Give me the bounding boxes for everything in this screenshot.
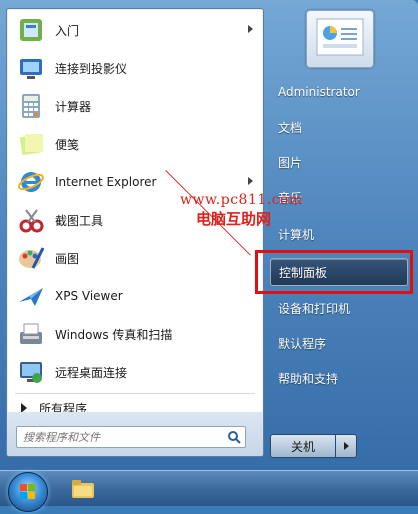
- right-item-label: Administrator: [278, 85, 360, 99]
- divider: [15, 393, 255, 394]
- taskbar: [0, 470, 418, 506]
- chevron-right-icon: [343, 442, 349, 450]
- fax-scan-icon: [15, 318, 47, 350]
- program-item-remote-desktop[interactable]: 远程桌面连接: [7, 353, 263, 391]
- right-item-default-programs[interactable]: 默认程序: [270, 329, 408, 357]
- program-item-fax-scan[interactable]: Windows 传真和扫描: [7, 315, 263, 353]
- program-label: XPS Viewer: [55, 289, 123, 303]
- right-item-computer[interactable]: 计算机: [270, 220, 408, 248]
- search-icon[interactable]: [223, 428, 245, 446]
- internet-explorer-icon: [15, 166, 47, 198]
- getting-started-icon: [15, 14, 47, 46]
- folder-icon[interactable]: [72, 480, 94, 498]
- snipping-tool-icon: [15, 204, 47, 236]
- highlight-box: [255, 250, 413, 294]
- projector-icon: [15, 52, 47, 84]
- program-label: 便笺: [55, 137, 80, 152]
- program-label: Internet Explorer: [55, 175, 157, 189]
- right-item-devices-printers[interactable]: 设备和打印机: [270, 294, 408, 322]
- calculator-icon: [15, 90, 47, 122]
- program-item-getting-started[interactable]: 入门: [7, 11, 263, 49]
- program-item-paint[interactable]: 画图: [7, 239, 263, 277]
- watermark-url: www.pc811.com: [180, 192, 303, 208]
- right-item-label: 图片: [278, 155, 303, 170]
- program-item-projector[interactable]: 连接到投影仪: [7, 49, 263, 87]
- right-item-documents[interactable]: 文档: [270, 113, 408, 141]
- program-label: 连接到投影仪: [55, 61, 128, 76]
- shutdown-group: 关机: [270, 434, 357, 458]
- chevron-right-icon[interactable]: [248, 25, 253, 33]
- search-input[interactable]: [17, 428, 223, 446]
- windows-logo-icon: [20, 484, 35, 499]
- sticky-notes-icon: [15, 128, 47, 160]
- search-box[interactable]: [16, 426, 246, 448]
- program-item-sticky-notes[interactable]: 便笺: [7, 125, 263, 163]
- shutdown-options-button[interactable]: [336, 434, 357, 458]
- remote-desktop-icon: [15, 356, 47, 388]
- program-label: 画图: [55, 251, 80, 266]
- right-item-label: 默认程序: [278, 336, 327, 351]
- right-item-label: 帮助和支持: [278, 371, 339, 386]
- chevron-right-icon[interactable]: [248, 177, 253, 185]
- xps-viewer-icon: [15, 280, 47, 312]
- program-label: 计算器: [55, 99, 92, 114]
- program-label: 远程桌面连接: [55, 365, 128, 380]
- user-picture[interactable]: [306, 10, 374, 68]
- right-item-administrator[interactable]: Administrator: [270, 78, 408, 106]
- right-item-label: 文档: [278, 120, 303, 135]
- program-item-calculator[interactable]: 计算器: [7, 87, 263, 125]
- watermark-site: 电脑互助网: [196, 210, 272, 228]
- program-label: 入门: [55, 23, 80, 38]
- right-item-label: 计算机: [278, 227, 315, 242]
- right-item-pictures[interactable]: 图片: [270, 148, 408, 176]
- program-item-xps-viewer[interactable]: XPS Viewer: [7, 277, 263, 315]
- program-label: Windows 传真和扫描: [55, 327, 173, 342]
- paint-icon: [15, 242, 47, 274]
- shutdown-button[interactable]: 关机: [270, 434, 336, 458]
- start-button[interactable]: [8, 472, 48, 512]
- right-item-help-support[interactable]: 帮助和支持: [270, 364, 408, 392]
- right-item-label: 设备和打印机: [278, 301, 351, 316]
- program-label: 截图工具: [55, 213, 104, 228]
